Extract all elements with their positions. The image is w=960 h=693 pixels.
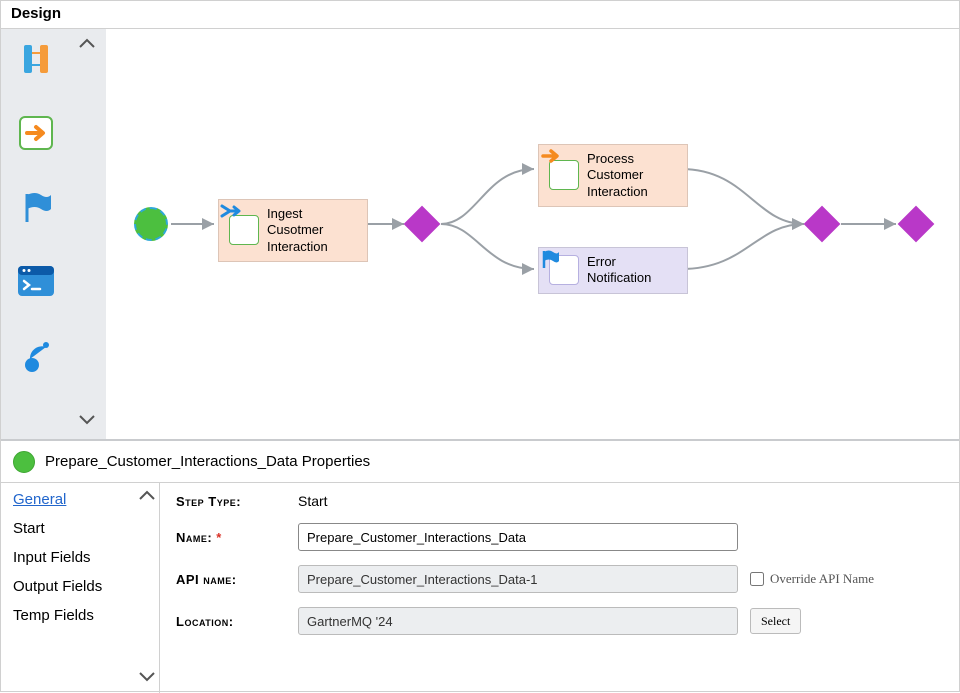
tool-palette	[1, 29, 106, 439]
palette-flag-icon[interactable]	[16, 187, 56, 227]
palette-satellite-icon[interactable]	[16, 335, 56, 375]
node-ingest[interactable]: Ingest Cusotmer Interaction	[218, 199, 368, 262]
label-location: Location:	[176, 614, 286, 629]
start-dot-icon	[13, 451, 35, 473]
node-process-label: Process Customer Interaction	[587, 151, 677, 200]
tabs-scroll-up-icon[interactable]	[138, 489, 156, 507]
override-api-label: Override API Name	[770, 571, 874, 587]
merge-arrow-icon	[229, 215, 259, 245]
flag-icon	[549, 255, 579, 285]
properties-tab-list: General Start Input Fields Output Fields…	[1, 483, 136, 693]
palette-scroll-up-icon[interactable]	[77, 37, 97, 56]
tab-start[interactable]: Start	[13, 520, 136, 537]
node-error[interactable]: Error Notification	[538, 247, 688, 294]
override-api-checkbox-wrap[interactable]: Override API Name	[750, 571, 874, 587]
node-error-label: Error Notification	[587, 254, 677, 287]
node-process[interactable]: Process Customer Interaction	[538, 144, 688, 207]
node-ingest-label: Ingest Cusotmer Interaction	[267, 206, 357, 255]
properties-title: Prepare_Customer_Interactions_Data Prope…	[45, 453, 370, 470]
palette-forward-icon[interactable]	[16, 113, 56, 153]
palette-terminal-icon[interactable]	[16, 261, 56, 301]
tab-temp-fields[interactable]: Temp Fields	[13, 607, 136, 624]
override-api-checkbox[interactable]	[750, 572, 764, 586]
properties-panel: Prepare_Customer_Interactions_Data Prope…	[1, 439, 959, 691]
tabs-scroll-down-icon[interactable]	[138, 669, 156, 687]
properties-form: Step Type: Start Name:* API name: Overri…	[160, 483, 959, 693]
flow-canvas[interactable]: Ingest Cusotmer Interaction Process Cust…	[106, 29, 959, 439]
location-input	[298, 607, 738, 635]
palette-parallel-icon[interactable]	[16, 39, 56, 79]
name-input[interactable]	[298, 523, 738, 551]
label-api-name: API name:	[176, 572, 286, 587]
tab-general[interactable]: General	[13, 491, 136, 508]
label-step-type: Step Type:	[176, 494, 286, 509]
label-name: Name:*	[176, 530, 286, 545]
tab-output-fields[interactable]: Output Fields	[13, 578, 136, 595]
start-node[interactable]	[134, 207, 168, 241]
page-title: Design	[1, 1, 959, 29]
properties-header: Prepare_Customer_Interactions_Data Prope…	[1, 441, 959, 483]
select-location-button[interactable]: Select	[750, 608, 801, 634]
value-step-type: Start	[298, 493, 328, 509]
forward-arrow-icon	[549, 160, 579, 190]
tab-input-fields[interactable]: Input Fields	[13, 549, 136, 566]
palette-scroll-down-icon[interactable]	[77, 412, 97, 431]
api-name-input	[298, 565, 738, 593]
